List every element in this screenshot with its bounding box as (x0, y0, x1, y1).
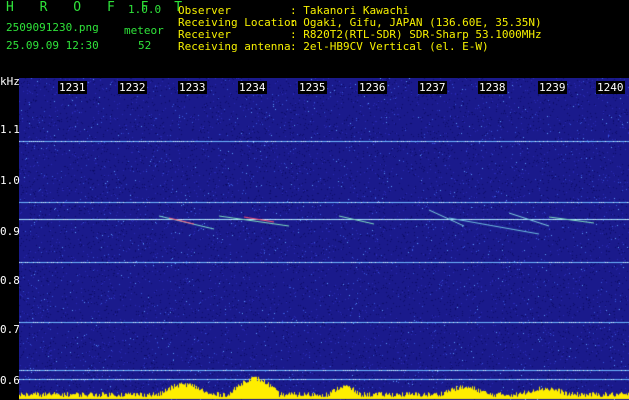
meteor-count: 52 (138, 39, 152, 52)
header-panel: H R O F F T 1.0.0 2509091230.png meteor … (0, 0, 629, 76)
x-tick-label: 1234 (238, 81, 267, 94)
y-tick-label: 0.9 (0, 225, 20, 238)
app-version: 1.0.0 (128, 3, 162, 16)
info-value-antenna: : 2el-HB9CV Vertical (el. E-W) (290, 40, 489, 53)
y-axis-unit: kHz (0, 75, 20, 88)
x-tick-label: 1236 (358, 81, 387, 94)
y-tick-label: 0.7 (0, 323, 20, 336)
x-tick-label: 1233 (178, 81, 207, 94)
x-tick-label: 1238 (478, 81, 507, 94)
x-tick-label: 1235 (298, 81, 327, 94)
y-tick-label: 1.0 (0, 174, 20, 187)
spectrogram-plot[interactable] (19, 78, 629, 400)
x-tick-label: 1240 (596, 81, 625, 94)
meteor-label: meteor (124, 24, 164, 37)
x-tick-label: 1237 (418, 81, 447, 94)
x-tick-label: 1239 (538, 81, 567, 94)
file-name: 2509091230.png (6, 21, 99, 34)
x-tick-label: 1232 (118, 81, 147, 94)
y-tick-label: 0.6 (0, 374, 20, 387)
file-datetime: 25.09.09 12:30 (6, 39, 99, 52)
y-tick-label: 1.1 (0, 123, 20, 136)
info-label-antenna: Receiving antenna (178, 40, 291, 53)
y-tick-label: 0.8 (0, 274, 20, 287)
app-title: H R O F F T (6, 0, 192, 15)
x-tick-label: 1231 (58, 81, 87, 94)
